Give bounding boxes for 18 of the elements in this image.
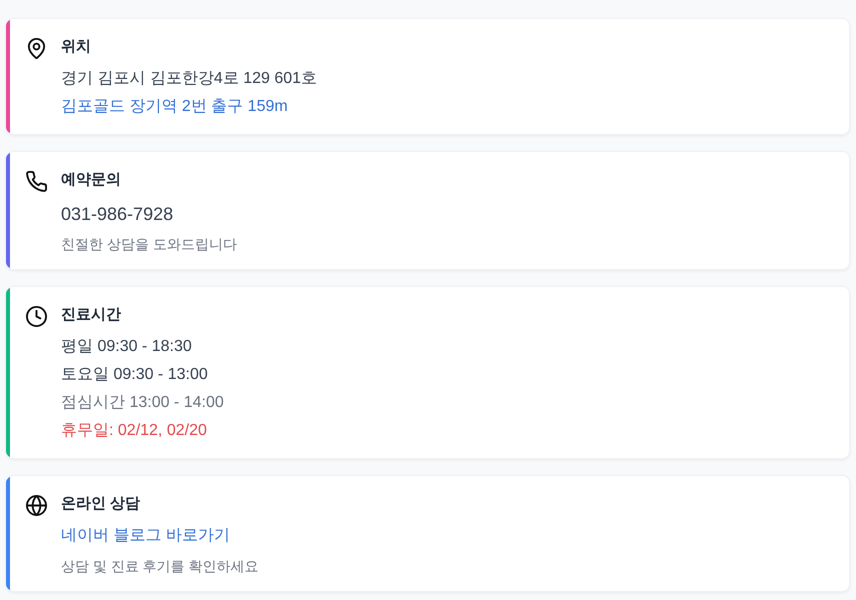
link[interactable]: 김포골드 장기역 2번 출구 159m bbox=[61, 93, 288, 121]
phone-number: 031-986-7928 bbox=[61, 203, 174, 226]
phone-icon bbox=[26, 171, 47, 192]
info-text: 점심시간 13:00 - 14:00 bbox=[61, 393, 224, 413]
closed-days-text: 휴무일: 02/12, 02/20 bbox=[61, 421, 207, 441]
note-text: 상담 및 진료 후기를 확인하세요 bbox=[61, 557, 259, 576]
clock-icon bbox=[26, 306, 47, 327]
info-text: 경기 김포시 김포한강4로 129 601호 bbox=[61, 69, 318, 89]
info-text: 평일 09:30 - 18:30 bbox=[61, 337, 192, 357]
globe-icon bbox=[26, 495, 47, 516]
card-title: 예약문의 bbox=[61, 170, 122, 190]
link[interactable]: 네이버 블로그 바로가기 bbox=[61, 522, 230, 550]
info-text: 토요일 09:30 - 13:00 bbox=[61, 365, 208, 385]
card-title: 위치 bbox=[61, 37, 92, 57]
note-text: 친절한 상담을 도와드립니다 bbox=[61, 235, 237, 254]
card-title: 진료시간 bbox=[61, 305, 122, 325]
card-title: 온라인 상담 bbox=[61, 494, 142, 514]
location-pin-icon bbox=[26, 38, 47, 59]
